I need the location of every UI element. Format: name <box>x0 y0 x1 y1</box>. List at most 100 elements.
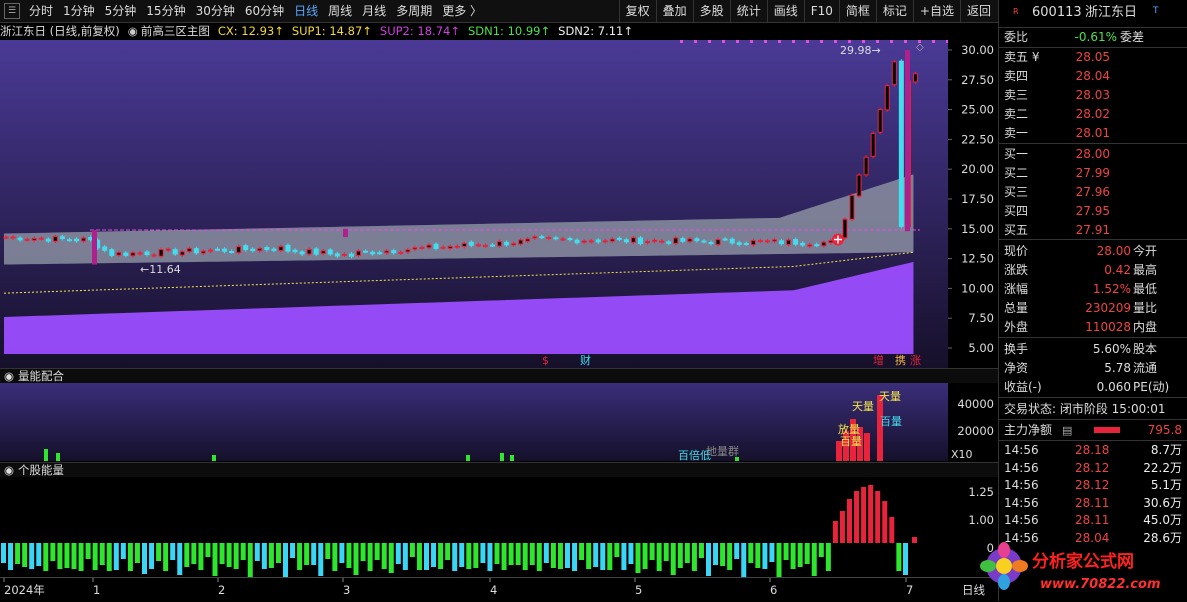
period-tab-1[interactable]: 1分钟 <box>58 0 100 22</box>
period-tab-10[interactable]: 更多 〉 <box>437 0 487 22</box>
energy-bar-down <box>607 543 613 570</box>
toolbar-button-2[interactable]: 多股 <box>692 0 730 22</box>
energy-bar-down <box>452 543 458 571</box>
ask-row-0: 卖五 ¥ 28.05 <box>999 48 1187 66</box>
energy-bar-down <box>233 543 239 569</box>
candle <box>581 240 587 243</box>
energy-bar-down <box>670 543 676 575</box>
energy-bar-down <box>628 543 634 564</box>
energy-bar-down <box>268 543 274 568</box>
energy-bar-down <box>388 543 394 573</box>
toolbar-button-3[interactable]: 统计 <box>729 0 767 22</box>
period-tab-2[interactable]: 5分钟 <box>100 0 142 22</box>
period-tab-9[interactable]: 多周期 <box>391 0 437 22</box>
energy-bar-down <box>762 543 768 569</box>
menu-icon[interactable]: ☰ <box>4 3 20 19</box>
energy-bar-down <box>579 543 585 560</box>
toolbar-button-7[interactable]: 标记 <box>875 0 913 22</box>
candle <box>236 246 242 254</box>
energy-bar-down <box>219 543 225 564</box>
volume-label: 地量群 <box>706 444 739 458</box>
signal-column <box>905 49 910 232</box>
candle <box>687 238 693 243</box>
stat-label: 外盘 <box>1004 320 1029 334</box>
volume-bar <box>466 455 470 461</box>
candle <box>504 241 510 246</box>
energy-bar-down <box>85 543 91 559</box>
flag-icon: R <box>1013 7 1019 16</box>
candle <box>363 250 369 253</box>
sup2-value: SUP2: 18.74↑ <box>379 24 460 38</box>
top-marker <box>862 40 865 43</box>
energy-bar-down <box>156 543 162 561</box>
toolbar-button-4[interactable]: 画线 <box>766 0 804 22</box>
toolbar-button-8[interactable]: +自选 <box>912 0 960 22</box>
period-tab-0[interactable]: 分时 <box>24 0 58 22</box>
tick-price: 28.18 <box>1075 443 1110 457</box>
toolbar-button-6[interactable]: 简框 <box>838 0 876 22</box>
energy-chart[interactable]: 1.251.000 <box>0 477 998 577</box>
energy-bar-down <box>283 543 288 577</box>
period-tab-6[interactable]: 日线 <box>289 0 323 22</box>
candle <box>666 241 672 244</box>
candle <box>370 251 376 255</box>
event-label: 涨 <box>910 354 921 367</box>
energy-bar-down <box>698 543 704 558</box>
energy-bar-down <box>106 543 112 571</box>
list-icon[interactable]: ▤ <box>1062 422 1072 440</box>
period-tab-8[interactable]: 月线 <box>357 0 391 22</box>
stat2-label-2: 流通 <box>1133 361 1158 375</box>
indicator-dropdown-icon[interactable]: ◉ <box>128 23 138 39</box>
main-price-chart[interactable]: 29.98→ ←11.64 $ 财 增携涨 30.00 27.50 25.00 22.50 20.… <box>0 40 998 368</box>
stat-label: 总量 <box>1004 301 1029 315</box>
period-tab-7[interactable]: 周线 <box>323 0 357 22</box>
collapse-icon[interactable]: ◉ <box>4 369 14 383</box>
event-label: $ <box>542 354 549 367</box>
stat-row-0: 现价 28.00 今开 <box>999 242 1187 260</box>
info-icon[interactable]: T <box>1153 2 1159 20</box>
candle <box>243 245 249 251</box>
toolbar-button-9[interactable]: 返回 <box>959 0 997 22</box>
energy-bar-up <box>861 487 867 543</box>
ask-row-4: 卖一 28.01 <box>999 124 1187 142</box>
collapse-icon-2[interactable]: ◉ <box>4 463 14 477</box>
stat-row-4: 外盘 110028 内盘 <box>999 318 1187 336</box>
stock-name: 浙江东日 <box>1085 5 1138 20</box>
candle <box>574 239 580 244</box>
toolbar-button-0[interactable]: 复权 <box>618 0 656 22</box>
toolbar-button-5[interactable]: F10 <box>803 0 839 22</box>
top-marker <box>904 40 907 43</box>
energy-bar-down <box>550 543 556 568</box>
candle <box>193 248 199 254</box>
candle <box>694 238 700 242</box>
candle <box>292 249 298 253</box>
candle <box>320 250 326 255</box>
tick-time: 14:56 <box>1004 513 1039 528</box>
candle <box>200 250 206 254</box>
candle <box>539 236 545 239</box>
sdn1-value: SDN1: 10.99↑ <box>467 24 551 38</box>
volume-chart[interactable]: 天量百量天量百量百倍低地量群放量4000020000X10 <box>0 383 998 461</box>
toolbar-button-1[interactable]: 叠加 <box>655 0 693 22</box>
candle <box>560 238 566 241</box>
period-tab-4[interactable]: 30分钟 <box>191 0 240 22</box>
candle <box>165 248 171 251</box>
bid-price: 28.00 <box>1075 147 1110 161</box>
ask-label: 卖三 <box>1004 88 1029 102</box>
energy-bar-down <box>424 543 429 570</box>
period-tab-3[interactable]: 15分钟 <box>141 0 190 22</box>
energy-bar-down <box>71 543 77 569</box>
candle <box>264 247 270 251</box>
period-tab-5[interactable]: 60分钟 <box>240 0 289 22</box>
energy-bar-down <box>99 543 105 565</box>
event-label: 增 <box>873 353 884 367</box>
energy-panel-header: ◉ 个股能量 <box>0 462 998 477</box>
candle <box>786 239 792 246</box>
candle <box>884 85 890 111</box>
energy-bar-down <box>536 543 542 571</box>
volume-bar-up <box>877 395 883 461</box>
indicator-name[interactable]: 前高三区主图 <box>141 23 210 39</box>
volume-label: 天量 <box>879 390 901 403</box>
top-marker <box>932 40 935 43</box>
energy-bar-down <box>205 543 211 557</box>
